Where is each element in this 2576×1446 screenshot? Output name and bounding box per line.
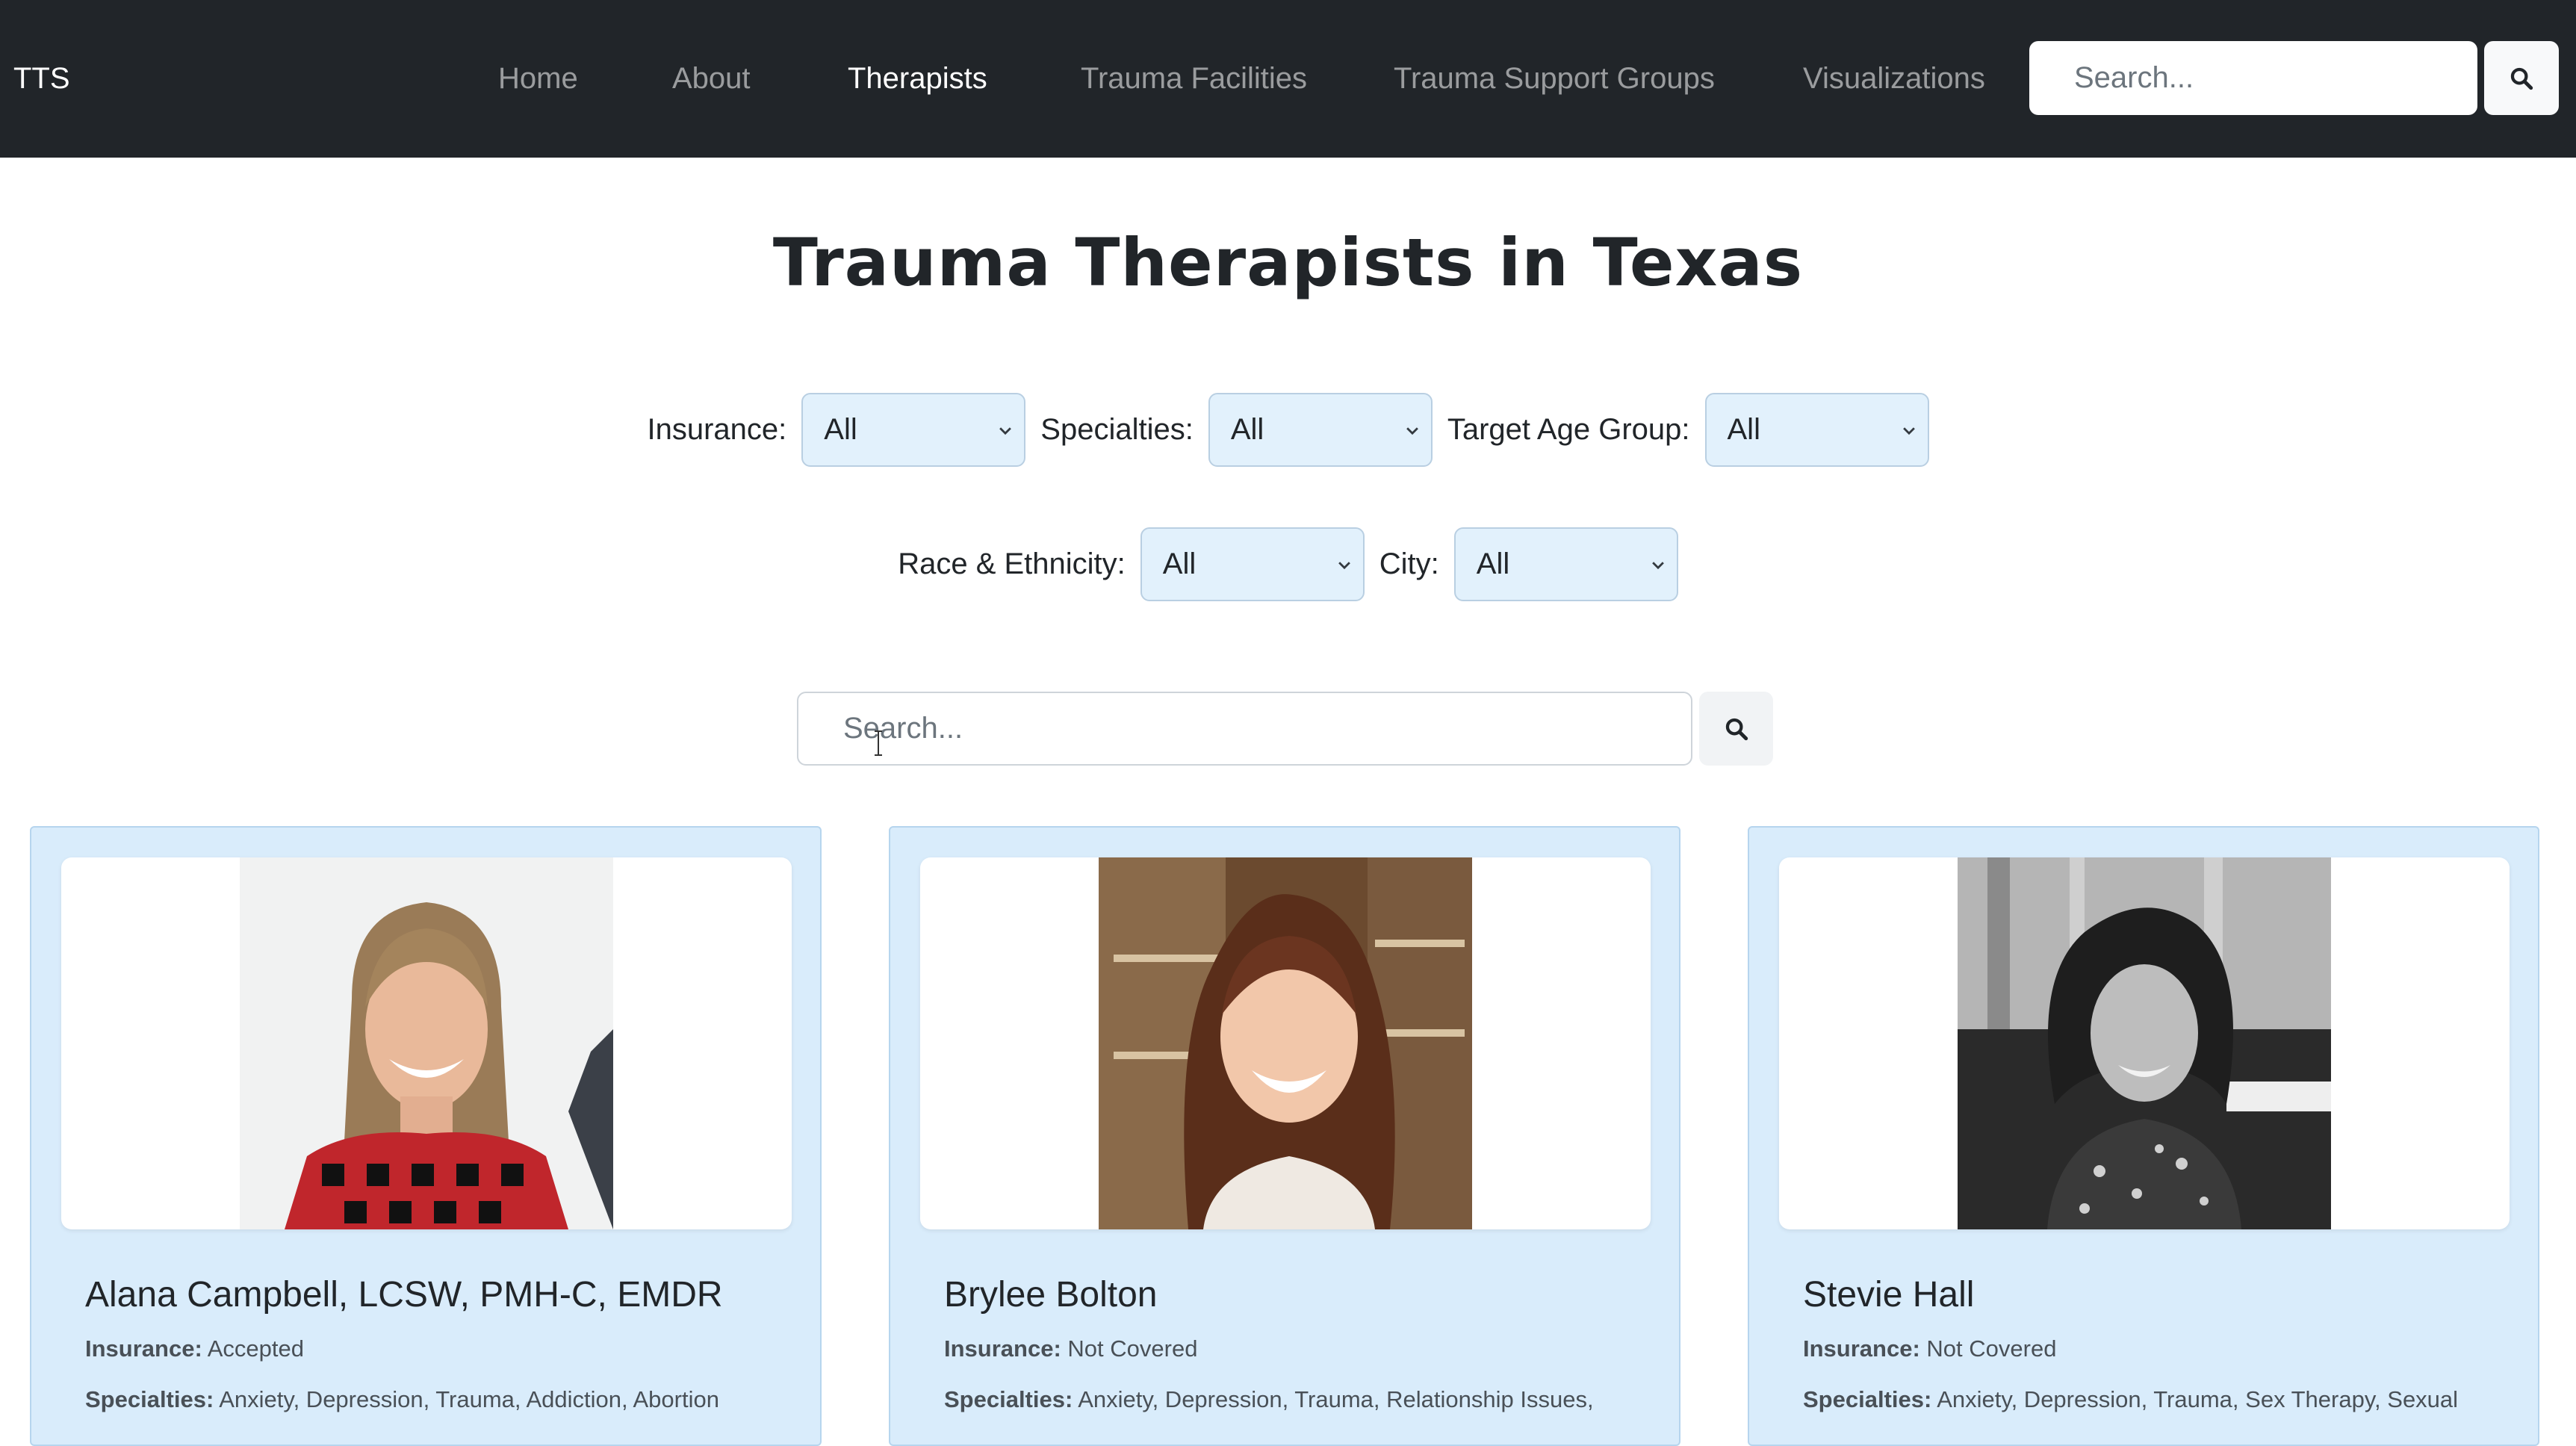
specialties-filter-select[interactable]: All bbox=[1208, 393, 1433, 467]
specialties-value: Anxiety, Depression, Trauma, Addiction, … bbox=[219, 1386, 719, 1412]
target-age-group-filter-label: Target Age Group: bbox=[1447, 413, 1690, 446]
specialties-label: Specialties: bbox=[1803, 1386, 1932, 1412]
therapist-specialties: Specialties: Anxiety, Depression, Trauma… bbox=[1803, 1386, 2458, 1413]
therapist-card[interactable]: Stevie Hall Insurance: Not Covered Speci… bbox=[1748, 826, 2539, 1446]
insurance-value: Not Covered bbox=[1067, 1335, 1198, 1362]
nav-link-home[interactable]: Home bbox=[498, 0, 578, 158]
nav-link-trauma-facilities[interactable]: Trauma Facilities bbox=[1081, 0, 1307, 158]
nav-link-trauma-support-groups[interactable]: Trauma Support Groups bbox=[1394, 0, 1715, 158]
chevron-down-icon bbox=[1406, 426, 1418, 435]
insurance-value: Accepted bbox=[207, 1335, 304, 1362]
text-cursor-icon bbox=[875, 730, 882, 756]
therapist-name: Brylee Bolton bbox=[944, 1275, 1158, 1315]
insurance-filter-select[interactable]: All bbox=[801, 393, 1026, 467]
therapist-photo-frame bbox=[61, 857, 792, 1229]
navbar-search-button[interactable] bbox=[2484, 41, 2559, 115]
insurance-label: Insurance: bbox=[1803, 1335, 1920, 1362]
specialties-filter-value: All bbox=[1230, 413, 1264, 446]
therapist-specialties: Specialties: Anxiety, Depression, Trauma… bbox=[85, 1386, 719, 1413]
therapist-insurance: Insurance: Accepted bbox=[85, 1335, 304, 1362]
specialties-filter-label: Specialties: bbox=[1040, 413, 1194, 446]
target-age-group-filter-select[interactable]: All bbox=[1704, 393, 1929, 467]
chevron-down-icon bbox=[1338, 561, 1350, 569]
therapist-search-button[interactable] bbox=[1699, 692, 1773, 766]
therapist-photo bbox=[240, 857, 613, 1229]
specialties-label: Specialties: bbox=[85, 1386, 214, 1412]
therapist-specialties: Specialties: Anxiety, Depression, Trauma… bbox=[944, 1386, 1594, 1413]
therapist-card[interactable]: Alana Campbell, LCSW, PMH-C, EMDR Insura… bbox=[30, 826, 822, 1446]
therapist-photo-frame bbox=[1779, 857, 2510, 1229]
nav-link-therapists[interactable]: Therapists bbox=[848, 0, 987, 158]
insurance-value: Not Covered bbox=[1926, 1335, 2057, 1362]
specialties-value: Anxiety, Depression, Trauma, Sex Therapy… bbox=[1937, 1386, 2459, 1412]
insurance-label: Insurance: bbox=[85, 1335, 202, 1362]
insurance-filter-label: Insurance: bbox=[647, 413, 787, 446]
therapist-search-input[interactable] bbox=[797, 692, 1692, 766]
top-navbar: TTS Home About Therapists Trauma Facilit… bbox=[0, 0, 2576, 158]
therapist-photo bbox=[1958, 857, 2331, 1229]
city-filter-label: City: bbox=[1379, 547, 1439, 580]
specialties-label: Specialties: bbox=[944, 1386, 1073, 1412]
therapist-insurance: Insurance: Not Covered bbox=[944, 1335, 1197, 1362]
specialties-value: Anxiety, Depression, Trauma, Relationshi… bbox=[1078, 1386, 1594, 1412]
filter-row-2: Race & Ethnicity: All City: All bbox=[0, 527, 2576, 601]
chevron-down-icon bbox=[999, 426, 1012, 435]
race-ethnicity-filter-value: All bbox=[1162, 547, 1197, 580]
search-icon bbox=[1725, 718, 1748, 740]
chevron-down-icon bbox=[1651, 561, 1664, 569]
therapist-photo bbox=[1099, 857, 1472, 1229]
city-filter-value: All bbox=[1476, 547, 1510, 580]
city-filter-select[interactable]: All bbox=[1453, 527, 1678, 601]
search-icon bbox=[2510, 67, 2533, 90]
navbar-search-input[interactable] bbox=[2029, 41, 2477, 115]
page-title: Trauma Therapists in Texas bbox=[772, 224, 1804, 301]
filter-row-1: Insurance: All Specialties: All Target A… bbox=[0, 393, 2576, 467]
race-ethnicity-filter-label: Race & Ethnicity: bbox=[898, 547, 1126, 580]
therapist-insurance: Insurance: Not Covered bbox=[1803, 1335, 2056, 1362]
insurance-label: Insurance: bbox=[944, 1335, 1061, 1362]
nav-link-visualizations[interactable]: Visualizations bbox=[1803, 0, 1985, 158]
brand-logo[interactable]: TTS bbox=[13, 0, 70, 158]
therapist-name: Alana Campbell, LCSW, PMH-C, EMDR bbox=[85, 1275, 723, 1315]
therapist-name: Stevie Hall bbox=[1803, 1275, 1975, 1315]
race-ethnicity-filter-select[interactable]: All bbox=[1140, 527, 1365, 601]
therapist-card[interactable]: Brylee Bolton Insurance: Not Covered Spe… bbox=[889, 826, 1680, 1446]
therapist-photo-frame bbox=[920, 857, 1651, 1229]
insurance-filter-value: All bbox=[824, 413, 857, 446]
chevron-down-icon bbox=[1902, 426, 1915, 435]
target-age-group-filter-value: All bbox=[1727, 413, 1760, 446]
nav-link-about[interactable]: About bbox=[672, 0, 751, 158]
